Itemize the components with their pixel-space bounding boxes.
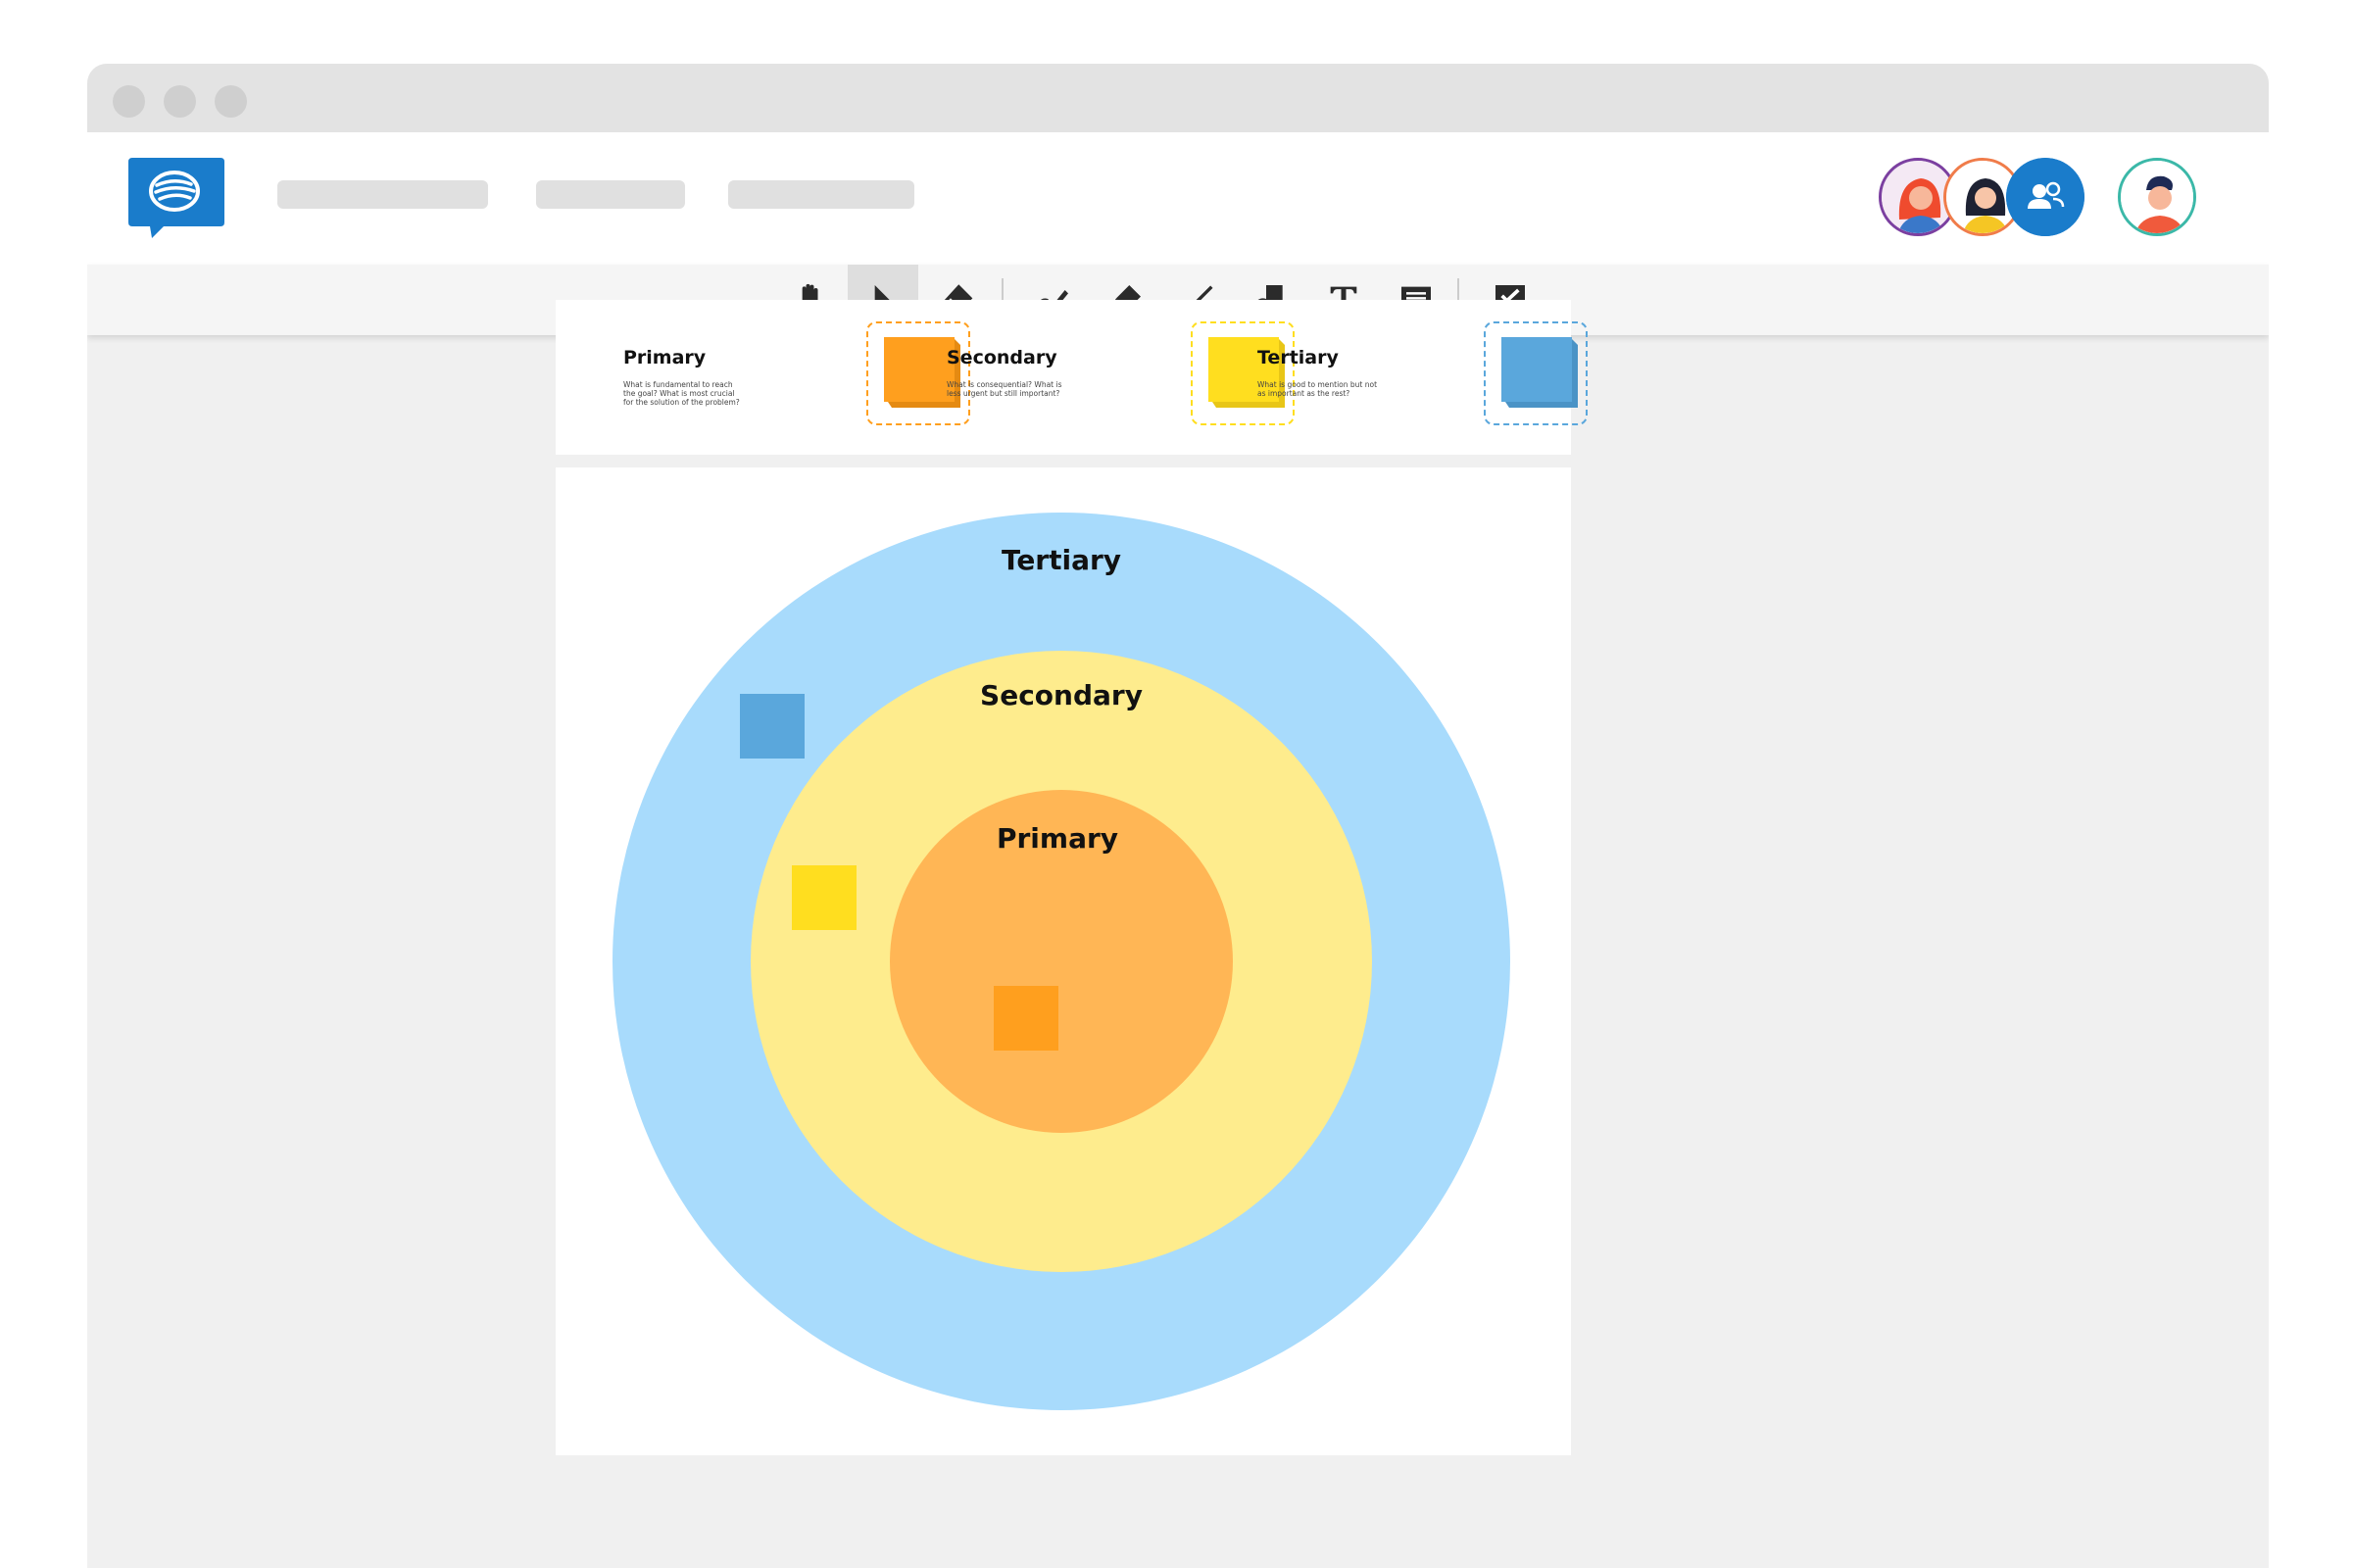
whiteboard-canvas[interactable]: Tertiary Secondary Primary [556,467,1571,1455]
users-group-icon [2006,158,2084,236]
app-header [87,132,2269,265]
primary-label: Primary [996,822,1119,855]
tertiary-label: Tertiary [1001,544,1122,576]
secondary-sticky-stack-icon [1208,337,1285,408]
app-logo[interactable] [128,158,224,238]
secondary-note-stack[interactable] [1191,321,1295,425]
window-titlebar [87,64,2269,132]
legend-secondary-title: Secondary [947,347,1057,368]
tertiary-note-stack[interactable] [1484,321,1588,425]
avatar-group[interactable] [2006,158,2084,236]
legend-secondary-description: What is consequential? What is less urge… [947,380,1062,398]
primary-note-stack[interactable] [866,321,970,425]
legend-panel: Primary What is fundamental to reach the… [556,300,1588,455]
tertiary-sticky-note[interactable] [740,694,805,759]
legend-tertiary-description: What is good to mention but not as impor… [1257,380,1378,398]
nav-item-2[interactable] [536,180,685,209]
secondary-label: Secondary [980,679,1143,711]
legend-primary-description: What is fundamental to reach the goal? W… [623,380,740,407]
man-avatar-icon [2121,161,2193,233]
primary-sticky-note[interactable] [994,986,1058,1051]
chat-bubble-logo-icon [128,158,224,238]
tertiary-sticky-stack-icon [1501,337,1578,408]
window-minimize-dot[interactable] [164,85,196,118]
nav-item-1[interactable] [277,180,488,209]
primary-sticky-stack-icon [884,337,960,408]
priority-circles-diagram [613,513,1510,1410]
legend-tertiary-title: Tertiary [1257,347,1339,368]
window-maximize-dot[interactable] [215,85,247,118]
legend-primary-title: Primary [623,347,707,368]
avatar-current-user[interactable] [2118,158,2196,236]
collaborators [1879,158,2202,240]
window-close-dot[interactable] [113,85,145,118]
nav-item-3[interactable] [728,180,914,209]
secondary-sticky-note[interactable] [792,865,857,930]
